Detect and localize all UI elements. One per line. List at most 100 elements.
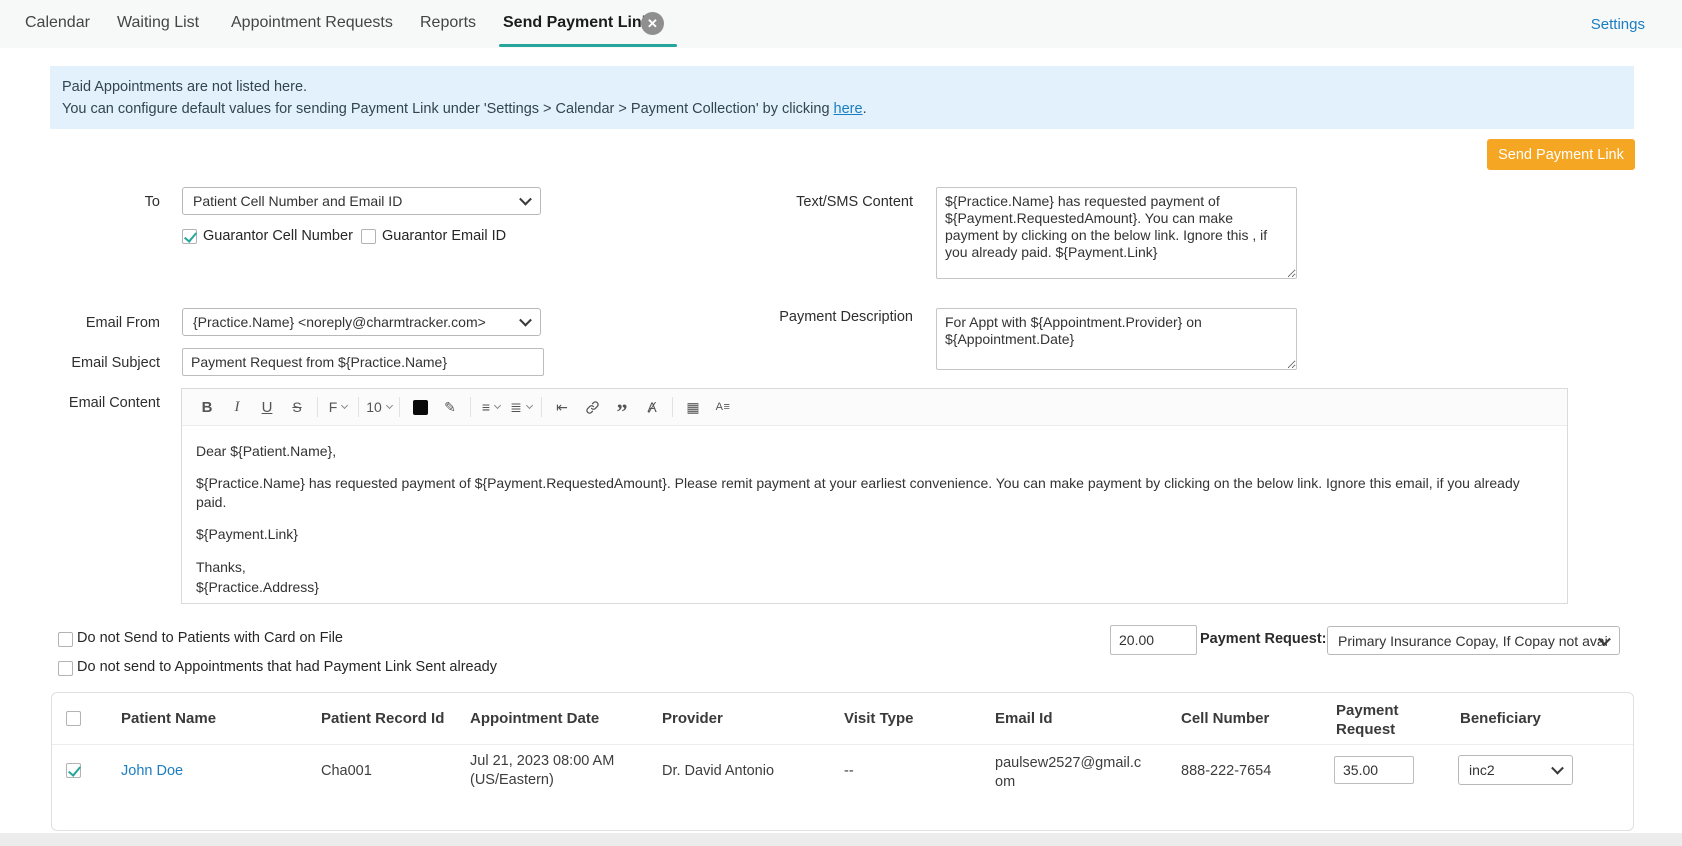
indent-icon[interactable]: ⇤ (549, 394, 575, 420)
underline-icon[interactable]: U (254, 394, 280, 420)
email-id-cell: paulsew2527@gmail.com (995, 755, 1142, 790)
editor-address: ${Practice.Address} (196, 579, 319, 595)
sms-content-textarea[interactable]: ${Practice.Name} has requested payment o… (936, 187, 1297, 279)
col-visit-type: Visit Type (844, 710, 914, 727)
bold-icon[interactable]: B (194, 394, 220, 420)
here-link[interactable]: here (834, 101, 863, 117)
email-subject-input[interactable] (182, 348, 544, 376)
tab-reports[interactable]: Reports (420, 14, 476, 32)
editor-body[interactable]: Dear ${Patient.Name}, ${Practice.Name} h… (182, 426, 1567, 613)
col-email-id: Email Id (995, 710, 1053, 727)
patient-record-id-cell: Cha001 (321, 763, 372, 779)
to-label: To (144, 194, 160, 210)
to-select[interactable]: Patient Cell Number and Email ID (182, 187, 541, 215)
payment-description-textarea[interactable]: For Appt with ${Appointment.Provider} on… (936, 308, 1297, 370)
toolbar-separator (358, 397, 359, 417)
link-icon[interactable] (579, 394, 605, 420)
highlight-icon[interactable]: ✎ (437, 394, 463, 420)
no-already-sent-label: Do not send to Appointments that had Pay… (77, 659, 497, 675)
payment-amount-input[interactable] (1110, 625, 1197, 655)
banner-line2-end: . (862, 101, 867, 117)
editor-toolbar: B I U S F 10 ✎ ≡ ≣ ⇤ ” Ⱥ ▦ A≡ (182, 389, 1567, 426)
row-checkbox[interactable] (66, 763, 81, 778)
strikethrough-icon[interactable]: S (284, 394, 310, 420)
col-beneficiary: Beneficiary (1460, 710, 1541, 727)
guarantor-cell-label: Guarantor Cell Number (203, 228, 353, 244)
chevron-down-icon (525, 401, 533, 410)
text-color-icon[interactable] (407, 394, 433, 420)
table-icon[interactable]: ▦ (680, 394, 706, 420)
settings-link[interactable]: Settings (1591, 16, 1645, 33)
editor-paragraph: ${Practice.Name} has requested payment o… (196, 475, 1520, 510)
font-family-glyph: F (328, 399, 338, 415)
page-bottom-strip (0, 833, 1682, 846)
font-size-dropdown[interactable]: 10 (366, 394, 393, 420)
guarantor-cell-checkbox[interactable] (182, 229, 197, 244)
appointments-table: Patient Name Patient Record Id Appointme… (51, 692, 1634, 831)
close-tab-icon[interactable]: ✕ (641, 12, 664, 35)
payment-request-label: Payment Request: (1200, 631, 1327, 647)
list-icon[interactable]: ≣ (508, 394, 534, 420)
line-height-icon[interactable]: A≡ (710, 394, 736, 420)
email-subject-label: Email Subject (71, 355, 160, 371)
col-cell-number: Cell Number (1181, 710, 1270, 727)
col-provider: Provider (662, 710, 723, 727)
tab-calendar[interactable]: Calendar (25, 14, 90, 32)
table-header-divider (52, 744, 1633, 745)
email-content-label: Email Content (68, 395, 160, 411)
align-icon[interactable]: ≡ (478, 394, 504, 420)
send-payment-link-screen: Calendar Waiting List Appointment Reques… (0, 0, 1682, 846)
list-glyph: ≣ (510, 398, 522, 415)
banner-line2-text: You can configure default values for sen… (62, 101, 834, 117)
info-banner: Paid Appointments are not listed here. Y… (50, 66, 1634, 129)
visit-type-cell: -- (844, 763, 854, 779)
banner-line1: Paid Appointments are not listed here. (62, 79, 308, 95)
editor-closing: Thanks, (196, 559, 246, 575)
guarantor-email-checkbox[interactable] (361, 229, 376, 244)
no-already-sent-checkbox[interactable] (58, 661, 73, 676)
quote-icon[interactable]: ” (609, 394, 635, 423)
tab-bar: Calendar Waiting List Appointment Reques… (0, 0, 1682, 48)
toolbar-separator (317, 397, 318, 417)
toolbar-separator (399, 397, 400, 417)
beneficiary-value: inc2 (1469, 762, 1495, 778)
color-swatch (412, 399, 428, 415)
chevron-down-icon (385, 401, 393, 410)
no-card-on-file-checkbox[interactable] (58, 632, 73, 647)
cell-number-cell: 888-222-7654 (1181, 763, 1272, 779)
chevron-down-icon (341, 401, 349, 410)
email-from-select[interactable]: {Practice.Name} <noreply@charmtracker.co… (182, 308, 541, 336)
row-payment-request-input[interactable] (1334, 756, 1414, 784)
font-size-value: 10 (366, 399, 382, 415)
tab-waiting-list[interactable]: Waiting List (117, 14, 199, 32)
beneficiary-select[interactable]: inc2 (1458, 755, 1573, 785)
send-payment-link-button[interactable]: Send Payment Link (1487, 139, 1635, 170)
clear-format-icon[interactable]: Ⱥ (639, 394, 665, 420)
col-payment-request: Payment Request (1336, 702, 1399, 738)
email-from-value: {Practice.Name} <noreply@charmtracker.co… (193, 314, 486, 330)
font-family-icon[interactable]: F (325, 394, 351, 420)
to-select-value: Patient Cell Number and Email ID (193, 193, 403, 209)
payment-request-select[interactable]: Primary Insurance Copay, If Copay not av… (1327, 626, 1620, 655)
toolbar-separator (541, 397, 542, 417)
select-all-checkbox[interactable] (66, 711, 81, 726)
editor-greeting: Dear ${Patient.Name}, (196, 443, 337, 459)
payment-request-value: Primary Insurance Copay, If Copay not av… (1338, 632, 1608, 649)
banner-line2: You can configure default values for sen… (62, 98, 1622, 120)
col-patient-record-id: Patient Record Id (321, 710, 445, 727)
email-content-editor[interactable]: B I U S F 10 ✎ ≡ ≣ ⇤ ” Ⱥ ▦ A≡ Dear ${Pat… (181, 388, 1568, 604)
tab-appointment-requests[interactable]: Appointment Requests (231, 14, 393, 32)
editor-payment-link: ${Payment.Link} (196, 526, 298, 542)
sms-content-label: Text/SMS Content (796, 194, 913, 210)
guarantor-email-label: Guarantor Email ID (382, 228, 507, 244)
align-glyph: ≡ (481, 399, 491, 415)
email-from-label: Email From (85, 315, 160, 331)
italic-icon[interactable]: I (224, 394, 250, 420)
tab-send-payment-link[interactable]: Send Payment Link (503, 14, 651, 32)
chevron-down-icon (494, 401, 502, 410)
active-tab-underline (499, 44, 677, 47)
toolbar-separator (672, 397, 673, 417)
toolbar-separator (470, 397, 471, 417)
provider-cell: Dr. David Antonio (662, 763, 775, 779)
patient-name-link[interactable]: John Doe (121, 763, 183, 779)
